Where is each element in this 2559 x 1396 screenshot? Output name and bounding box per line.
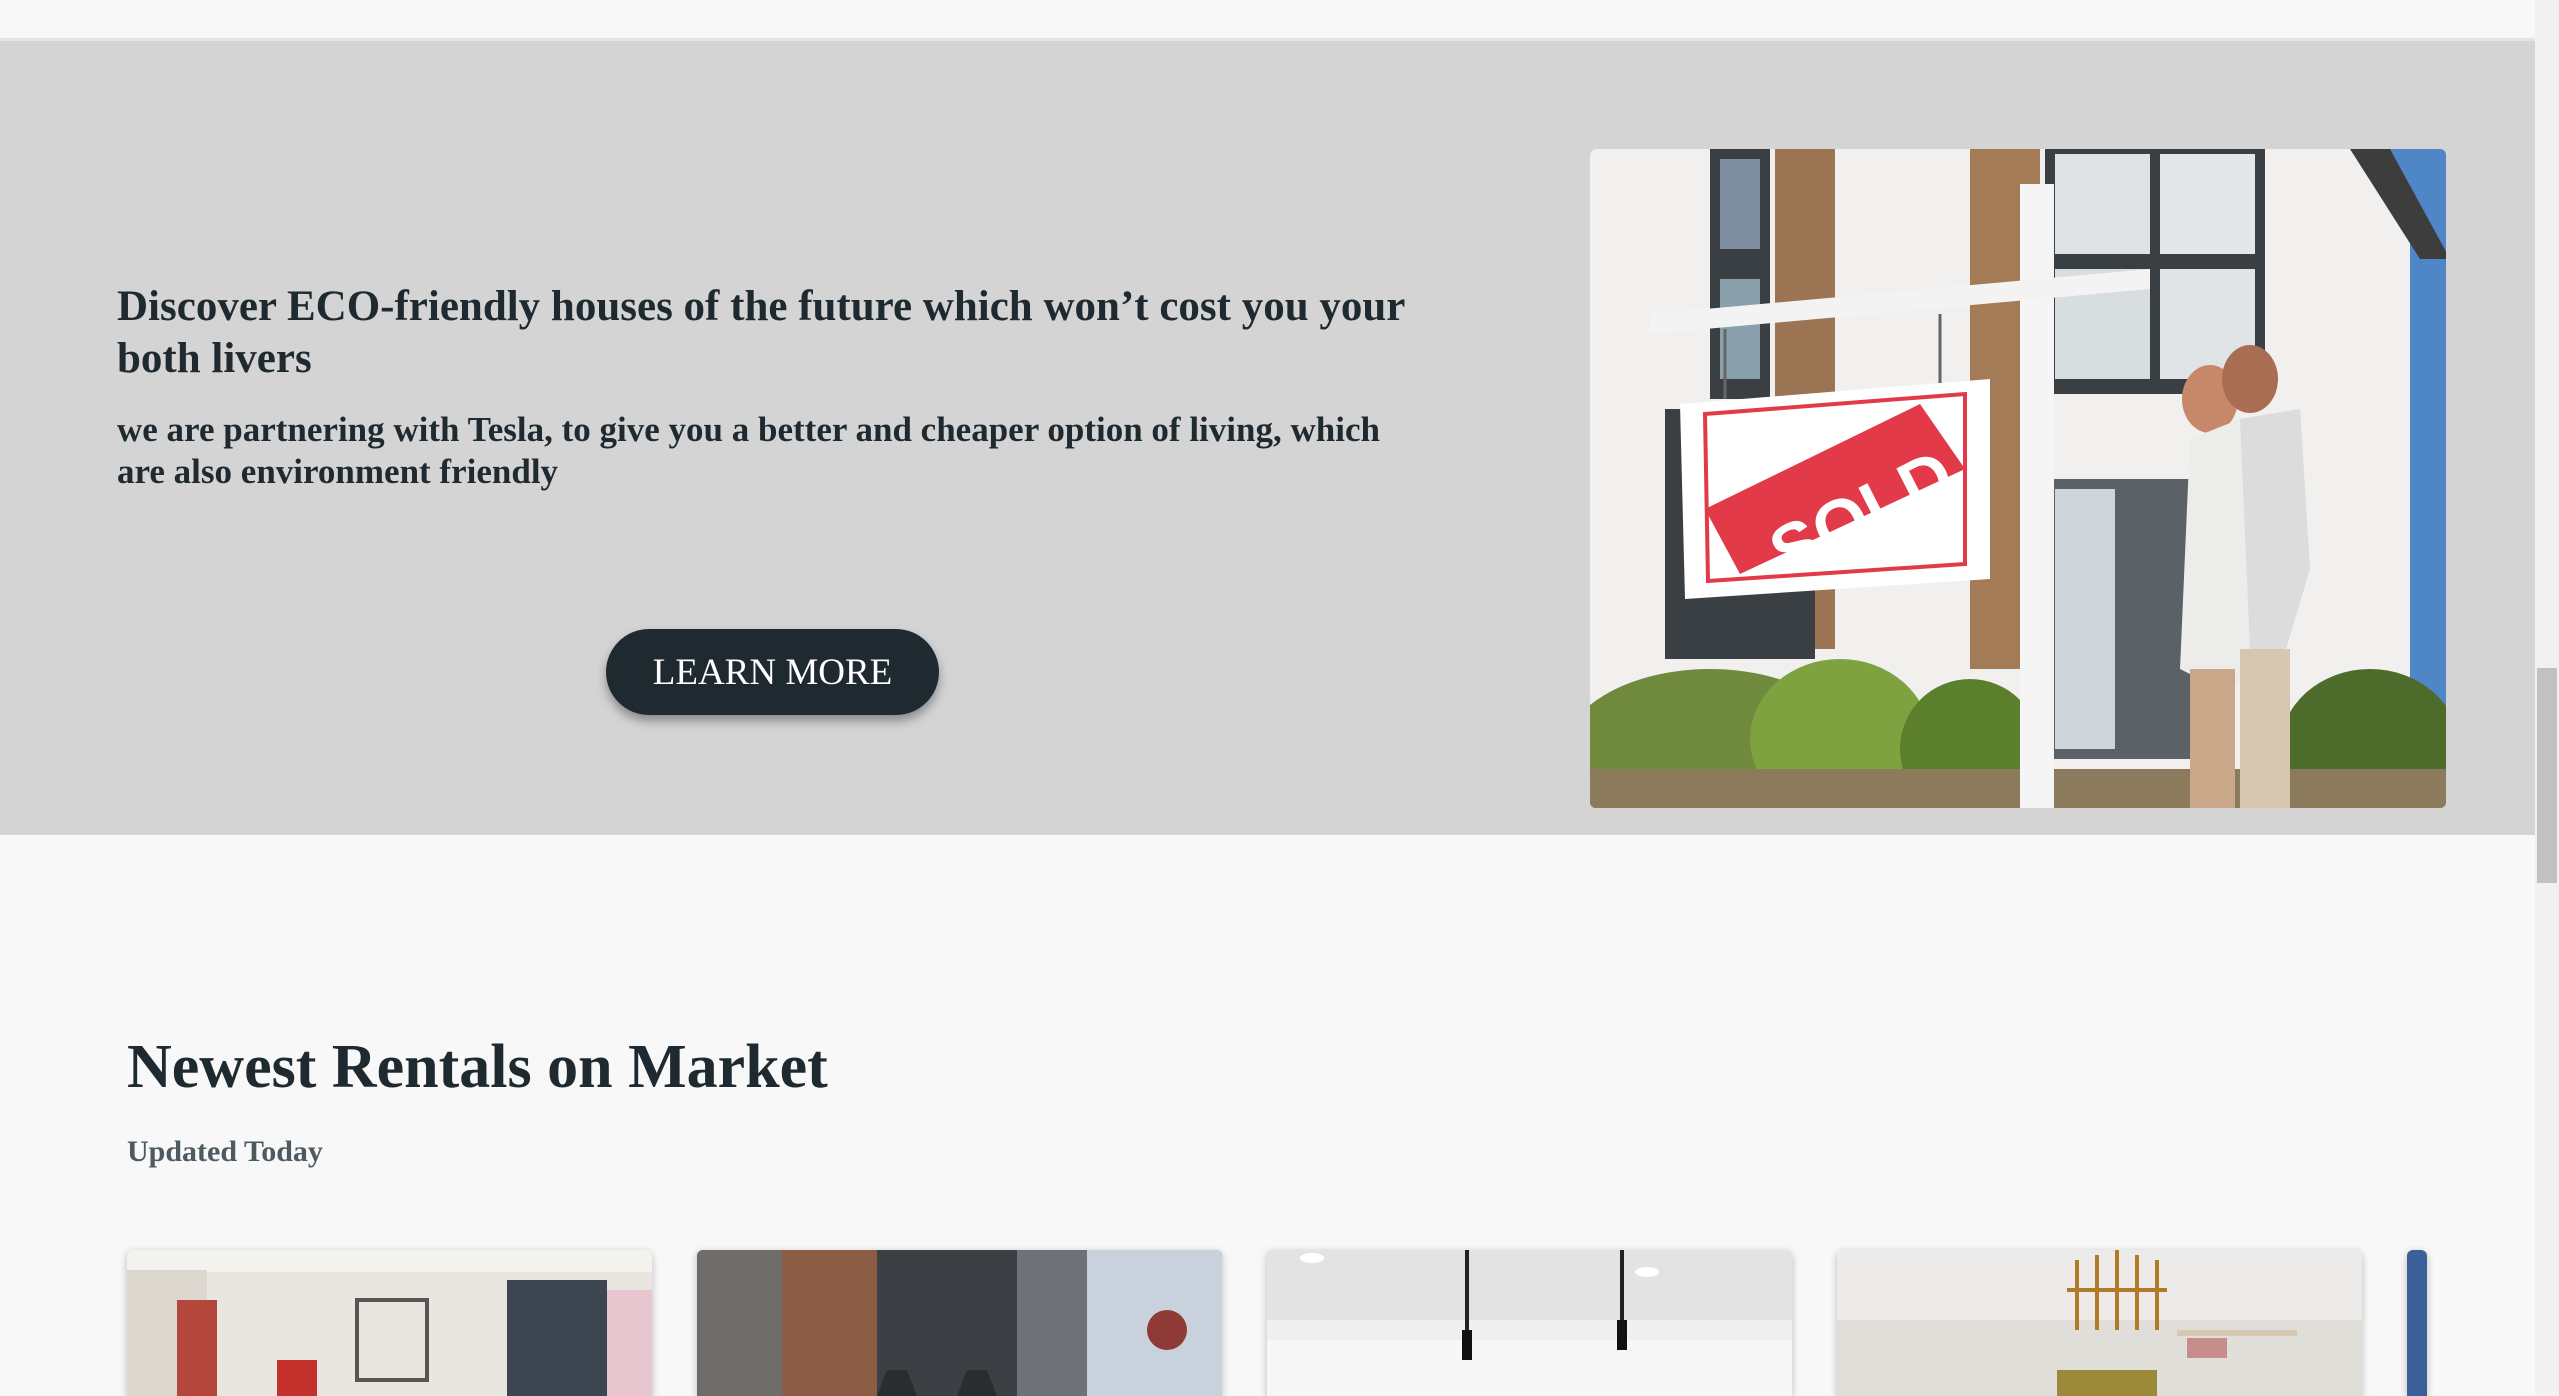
rental-card-image — [697, 1250, 1222, 1396]
rental-card[interactable] — [697, 1250, 1222, 1396]
rentals-updated-label: Updated Today — [127, 1135, 323, 1168]
rental-card-image — [1837, 1250, 2362, 1396]
rental-card[interactable] — [1267, 1250, 1792, 1396]
rental-card[interactable] — [2407, 1250, 2427, 1396]
scrollbar-thumb[interactable] — [2537, 668, 2557, 883]
rental-card[interactable] — [1837, 1250, 2362, 1396]
hero-title: Discover ECO-friendly houses of the futu… — [117, 283, 1405, 382]
rental-card[interactable] — [127, 1250, 652, 1396]
rental-card-image — [1267, 1250, 1792, 1396]
rentals-section-title: Newest Rentals on Market — [127, 1033, 828, 1101]
hero-section: Discover ECO-friendly houses of the futu… — [0, 41, 2535, 835]
hero-subtitle: we are partnering with Tesla, to give yo… — [117, 410, 1380, 491]
learn-more-button[interactable]: LEARN MORE — [606, 629, 939, 715]
hero-house-sold-image: SOLD — [1590, 149, 2446, 808]
rental-card-image — [2407, 1250, 2427, 1396]
top-navbar-edge — [0, 0, 2535, 41]
rental-card-image — [127, 1250, 652, 1396]
